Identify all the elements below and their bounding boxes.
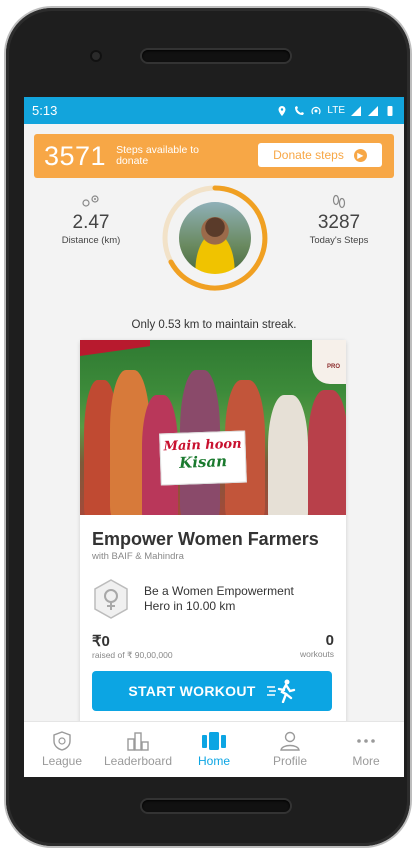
leaderboard-icon (127, 732, 149, 751)
steps-stat: 3287 Today's Steps (294, 194, 384, 246)
donate-steps-label: Donate steps (273, 148, 344, 162)
earpiece-speaker (142, 50, 290, 62)
tab-home-label: Home (197, 754, 230, 768)
campaign-card[interactable]: PRO Main hoon Kisan Empower Women Farmer… (80, 340, 346, 746)
tab-more-label: More (352, 754, 380, 768)
steps-banner: 3571 Steps available to donate Donate st… (34, 134, 394, 178)
workouts-stat: 0 workouts (300, 632, 334, 661)
app-screen: 5:13 LTE 3571 Steps available to donate … (24, 97, 404, 777)
hotspot-icon (311, 106, 321, 114)
available-steps-count: 3571 (44, 140, 107, 171)
running-man-icon (266, 679, 295, 703)
campaign-partners: with BAIF & Mahindra (92, 551, 184, 562)
streak-message: Only 0.53 km to maintain streak. (131, 319, 297, 331)
home-content: 3571 Steps available to donate Donate st… (24, 124, 404, 750)
women-empowerment-badge-icon (94, 579, 128, 619)
distance-stat: 2.47 Distance (km) (46, 194, 136, 246)
profile-icon (280, 731, 300, 751)
more-dots-icon (357, 739, 375, 743)
footprints-icon (294, 194, 384, 210)
start-workout-button[interactable]: START WORKOUT (92, 671, 332, 711)
league-shield-icon (53, 731, 71, 751)
tab-league-label: League (41, 754, 83, 768)
bottom-speaker (142, 800, 290, 812)
location-icon (278, 105, 286, 116)
sign-line-2: Kisan (178, 452, 228, 472)
lte-label: LTE (327, 105, 345, 116)
main-hoon-kisan-sign: Main hoon Kisan (159, 430, 247, 486)
front-camera (90, 50, 102, 62)
hero-figure (308, 390, 346, 515)
lte-signal-icon (351, 105, 361, 116)
steps-value: 3287 (317, 212, 361, 233)
tab-profile-label: Profile (272, 754, 307, 768)
tab-leaderboard-label: Leaderboard (103, 754, 173, 768)
status-icons: LTE (276, 105, 396, 117)
tab-league[interactable]: League (24, 722, 100, 777)
tab-more[interactable]: More (328, 722, 404, 777)
status-time: 5:13 (32, 103, 58, 118)
chevron-right-icon: ▶ (353, 148, 367, 162)
hero-ribbon (80, 340, 150, 356)
signal-icon (368, 105, 378, 116)
campaign-title: Empower Women Farmers (92, 529, 319, 549)
campaign-hero-image: PRO Main hoon Kisan (80, 340, 346, 515)
home-icon (202, 732, 226, 750)
raised-stat: ₹0 raised of ₹ 90,00,000 (92, 632, 173, 661)
tab-leaderboard[interactable]: Leaderboard (100, 722, 176, 777)
badge-row: Be a Women Empowerment Hero in 10.00 km (92, 578, 334, 620)
start-workout-label: START WORKOUT (128, 683, 256, 699)
lte-call-icon (295, 105, 305, 115)
raised-goal: raised of ₹ 90,00,000 (92, 650, 173, 660)
user-avatar[interactable] (179, 202, 251, 274)
bottom-tab-bar: League Leaderboard Home Profile More (24, 721, 404, 777)
steps-label: Today's Steps (309, 235, 369, 246)
workouts-count: 0 (325, 632, 334, 649)
available-steps-label: Steps available to donate (116, 144, 199, 167)
badge-description: Be a Women Empowerment Hero in 10.00 km (144, 584, 294, 613)
campaign-stats: ₹0 raised of ₹ 90,00,000 0 workouts (92, 632, 334, 661)
hero-figure (268, 395, 308, 515)
donate-steps-button[interactable]: Donate steps ▶ (258, 143, 382, 167)
campaign-logo-tag: PRO (312, 340, 346, 384)
tab-profile[interactable]: Profile (252, 722, 328, 777)
route-icon (46, 194, 136, 210)
distance-value: 2.47 (72, 212, 110, 233)
raised-amount: ₹0 (92, 633, 110, 650)
campaign-card-body: Empower Women Farmers with BAIF & Mahind… (80, 529, 346, 711)
battery-icon (387, 105, 393, 116)
workouts-label: workouts (299, 649, 334, 659)
distance-label: Distance (km) (61, 235, 121, 246)
tab-home[interactable]: Home (176, 722, 252, 777)
status-bar: 5:13 LTE (24, 97, 404, 124)
